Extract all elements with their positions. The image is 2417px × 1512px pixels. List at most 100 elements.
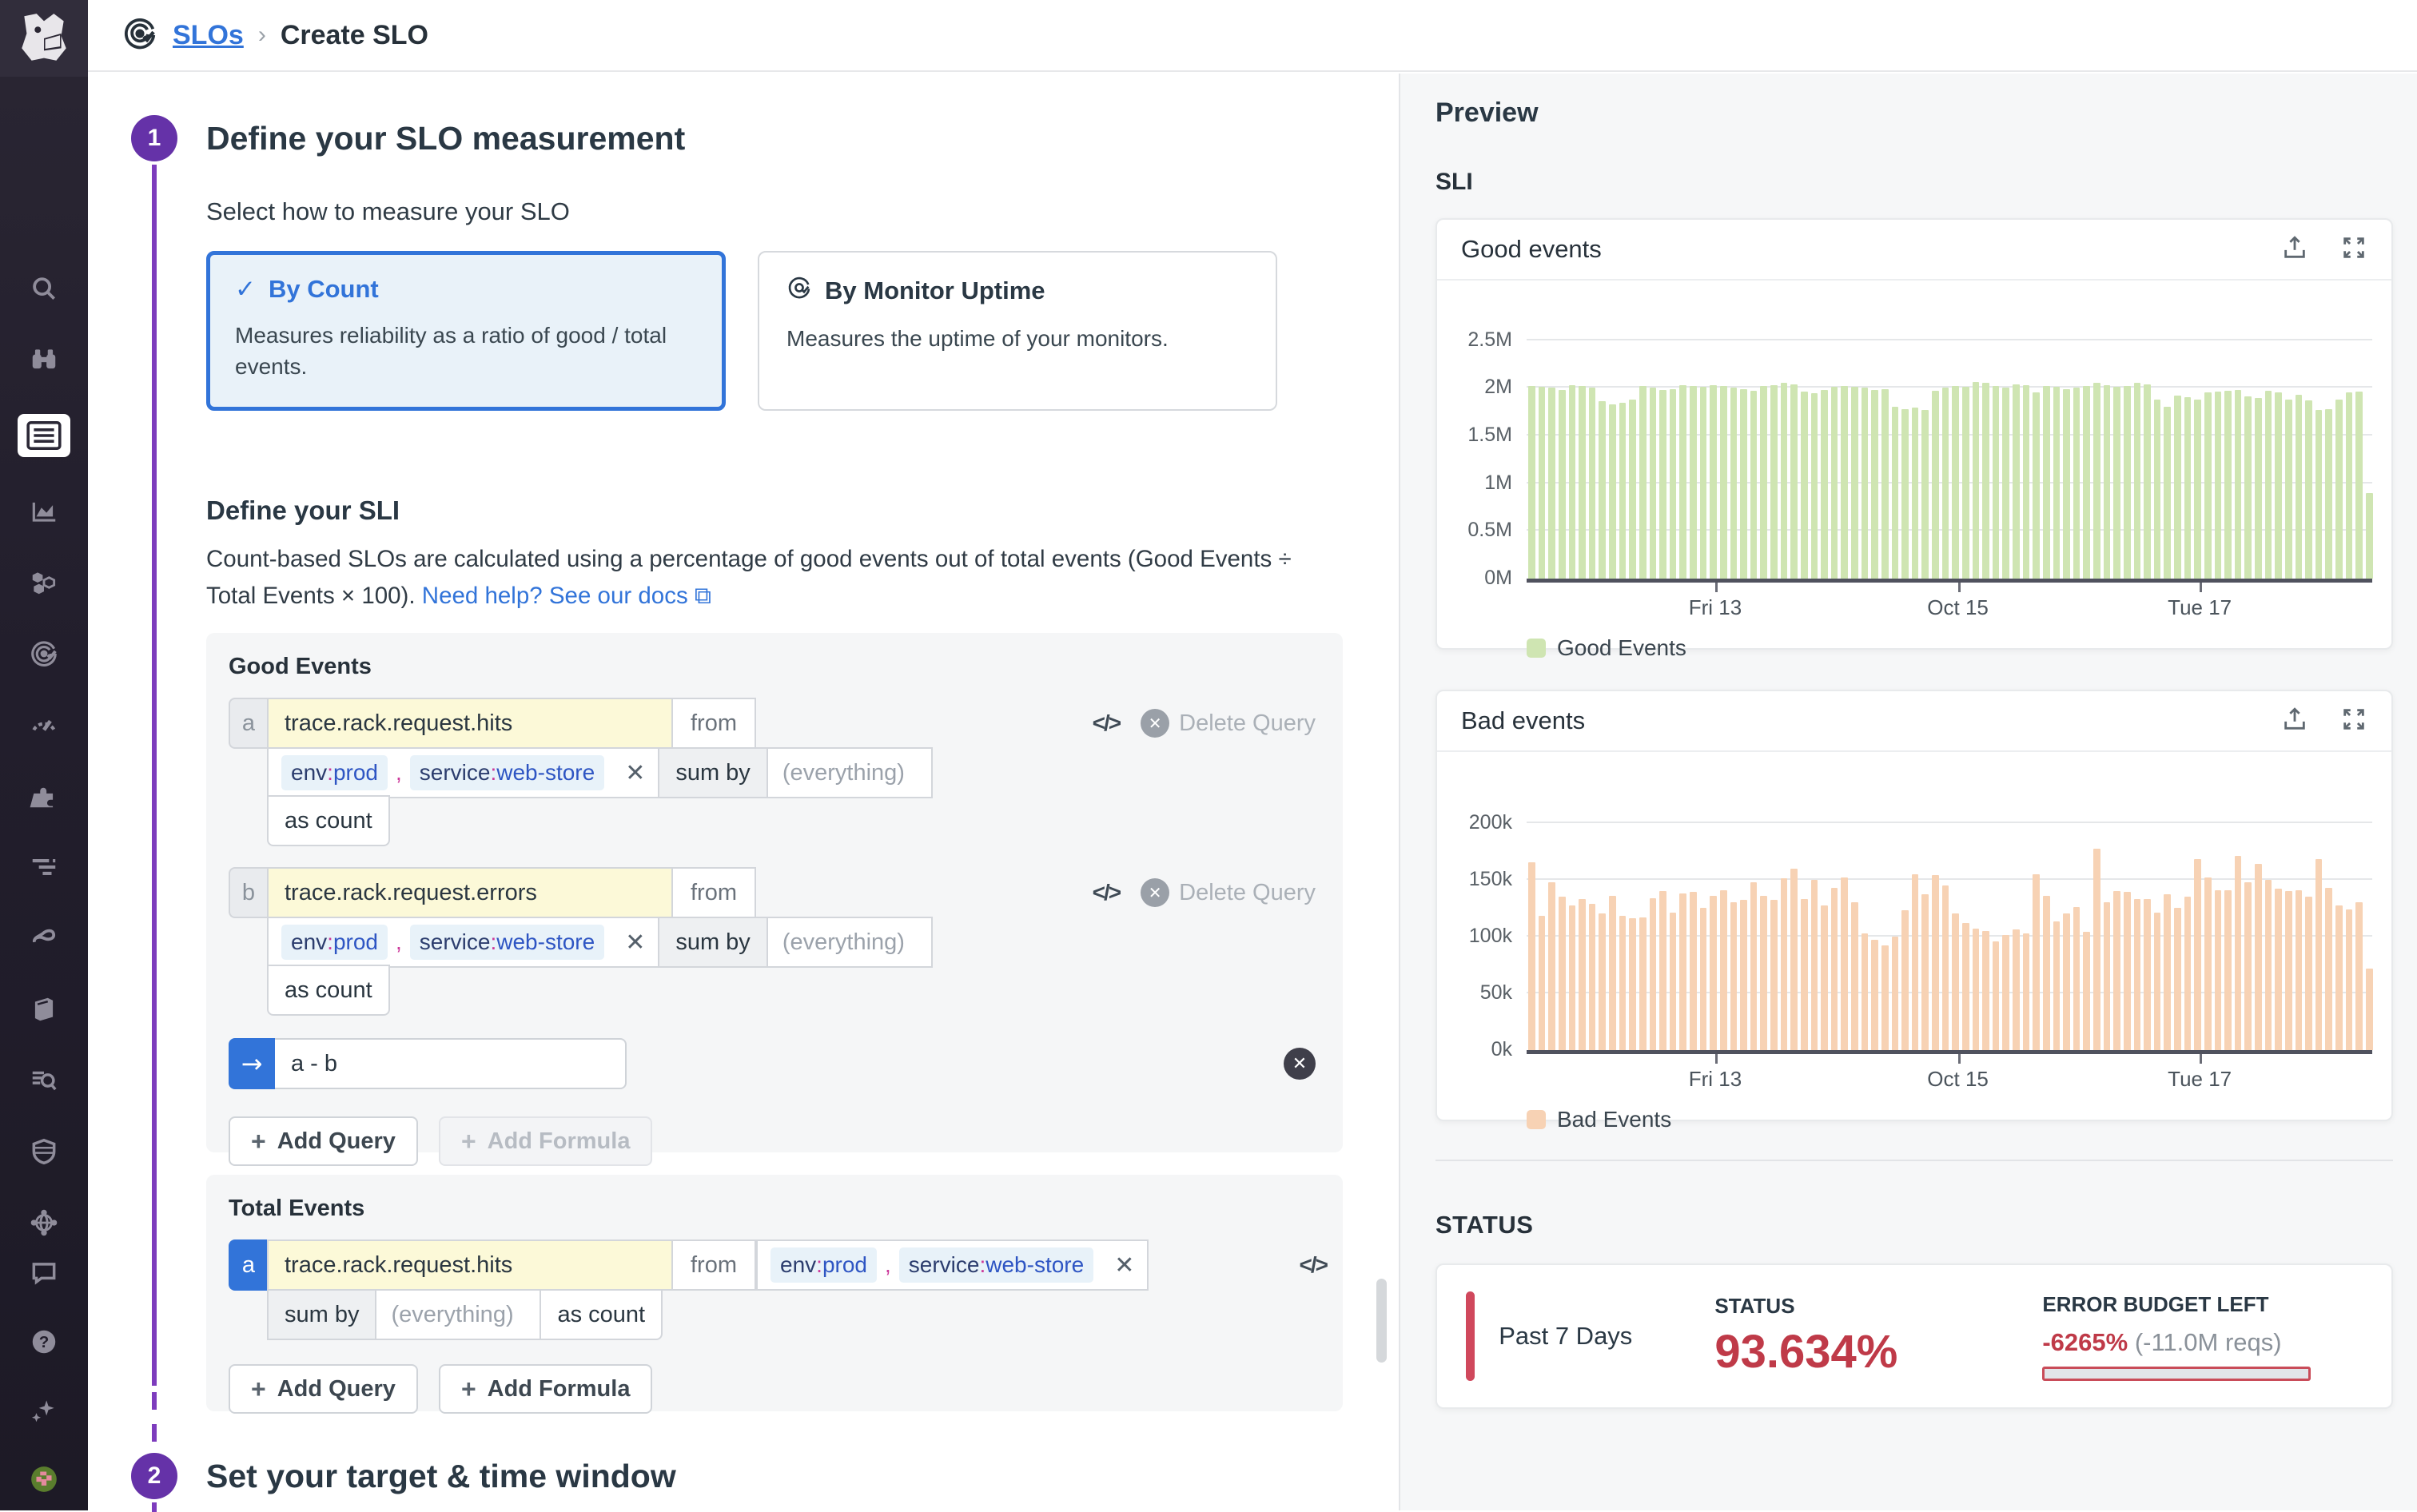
bar bbox=[2184, 397, 2192, 579]
watchdog-binoculars-icon[interactable] bbox=[27, 343, 61, 376]
bar bbox=[2275, 889, 2282, 1050]
bar bbox=[2285, 891, 2292, 1050]
error-budget-value: -6265% bbox=[2042, 1328, 2128, 1356]
formula-arrow-button[interactable]: → bbox=[229, 1038, 275, 1089]
step-2-title: Set your target & time window bbox=[206, 1458, 676, 1495]
bar bbox=[1921, 410, 1929, 579]
sparkles-icon[interactable] bbox=[27, 1394, 61, 1427]
filter-chip-env: env:prod bbox=[770, 1247, 877, 1283]
metrics-gauge-icon[interactable] bbox=[27, 708, 61, 742]
remove-formula-icon[interactable]: ✕ bbox=[1284, 1048, 1316, 1080]
bar bbox=[2335, 400, 2343, 579]
apm-link-icon[interactable] bbox=[27, 921, 61, 955]
log-search-icon[interactable] bbox=[27, 1064, 61, 1097]
group-by-input[interactable]: (everything) bbox=[768, 747, 933, 798]
logs-pipeline-icon[interactable] bbox=[27, 850, 61, 884]
formula-input[interactable] bbox=[275, 1038, 627, 1089]
network-globe-icon[interactable] bbox=[27, 1206, 61, 1239]
bar bbox=[2134, 899, 2141, 1050]
filter-group[interactable]: env:prod , service:web-store ✕ bbox=[267, 917, 659, 968]
infrastructure-hexagons-icon[interactable] bbox=[27, 566, 61, 599]
add-query-button[interactable]: +Add Query bbox=[229, 1116, 418, 1166]
security-shield-icon[interactable] bbox=[27, 1135, 61, 1168]
bar bbox=[1629, 400, 1636, 579]
preview-title: Preview bbox=[1435, 97, 2393, 129]
delete-query-button[interactable]: ✕ Delete Query bbox=[1141, 878, 1316, 907]
bar bbox=[2224, 391, 2232, 579]
clear-filters-icon[interactable]: ✕ bbox=[625, 759, 645, 787]
scrollbar-thumb[interactable] bbox=[1376, 1279, 1387, 1363]
expand-icon[interactable] bbox=[2340, 706, 2367, 737]
bar bbox=[1730, 388, 1738, 579]
x-axis-tick-label: Tue 17 bbox=[2168, 1067, 2232, 1092]
bar bbox=[2134, 383, 2141, 579]
bar bbox=[1750, 391, 1758, 579]
events-list-icon[interactable] bbox=[18, 414, 70, 457]
add-formula-button[interactable]: +Add Formula bbox=[439, 1116, 653, 1166]
as-count-chip[interactable]: as count bbox=[267, 795, 390, 846]
filter-group[interactable]: env:prod , service:web-store ✕ bbox=[267, 747, 659, 798]
bar bbox=[2164, 407, 2171, 579]
code-view-icon[interactable]: </> bbox=[1300, 1252, 1327, 1278]
x-axis-tick bbox=[1958, 1054, 1961, 1064]
notebooks-book-icon[interactable] bbox=[27, 993, 61, 1026]
bar bbox=[1559, 897, 1566, 1050]
bar bbox=[2073, 388, 2081, 579]
help-icon[interactable]: ? bbox=[27, 1325, 61, 1359]
docs-link[interactable]: Need help? See our docs ⧉ bbox=[422, 583, 711, 609]
bar bbox=[1569, 905, 1576, 1050]
y-axis-tick-label: 0k bbox=[1443, 1038, 1512, 1061]
preview-panel: Preview SLI Good events 2.5M2M1.5M1M0.5M… bbox=[1399, 74, 2417, 1510]
good-events-plot[interactable]: 2.5M2M1.5M1M0.5M0MFri 13Oct 15Tue 17 bbox=[1527, 317, 2372, 583]
bar bbox=[1932, 875, 1939, 1050]
bar bbox=[1821, 390, 1828, 579]
query-letter-a-selected[interactable]: a bbox=[229, 1239, 267, 1291]
bar bbox=[1811, 393, 1818, 579]
bad-events-plot[interactable]: 200k150k100k50k0kFri 13Oct 15Tue 17 bbox=[1527, 789, 2372, 1054]
group-by-input[interactable]: (everything) bbox=[376, 1289, 541, 1340]
dashboards-chart-icon[interactable] bbox=[27, 495, 61, 528]
bar bbox=[2194, 400, 2201, 579]
add-formula-button[interactable]: +Add Formula bbox=[439, 1364, 653, 1414]
slo-target-icon[interactable] bbox=[27, 637, 61, 670]
x-axis-tick-label: Fri 13 bbox=[1689, 1067, 1742, 1092]
query-letter-b[interactable]: b bbox=[229, 867, 267, 918]
x-axis-tick bbox=[2200, 1054, 2202, 1064]
as-count-chip[interactable]: as count bbox=[267, 965, 390, 1016]
bar bbox=[1750, 882, 1758, 1050]
bar bbox=[1952, 913, 1959, 1050]
as-count-chip[interactable]: as count bbox=[541, 1289, 663, 1340]
integrations-puzzle-icon[interactable] bbox=[27, 779, 61, 813]
bar bbox=[1569, 385, 1576, 579]
bar bbox=[1841, 877, 1848, 1050]
filter-group[interactable]: env:prod , service:web-store ✕ bbox=[756, 1239, 1149, 1291]
breadcrumb-slos-link[interactable]: SLOs bbox=[173, 20, 244, 51]
bar bbox=[2002, 388, 2009, 579]
bar bbox=[2093, 383, 2100, 579]
export-icon[interactable] bbox=[2281, 706, 2308, 737]
code-view-icon[interactable]: </> bbox=[1093, 880, 1120, 905]
code-view-icon[interactable]: </> bbox=[1093, 710, 1120, 736]
bar bbox=[2296, 395, 2303, 579]
add-query-button[interactable]: +Add Query bbox=[229, 1364, 418, 1414]
export-icon[interactable] bbox=[2281, 234, 2308, 265]
search-icon[interactable] bbox=[27, 272, 61, 305]
total-events-label: Total Events bbox=[229, 1196, 1320, 1222]
by-count-card[interactable]: ✓ By Count Measures reliability as a rat… bbox=[206, 251, 726, 411]
clear-filters-icon[interactable]: ✕ bbox=[1114, 1251, 1134, 1279]
chat-icon[interactable] bbox=[27, 1256, 61, 1290]
metric-input[interactable]: trace.rack.request.errors bbox=[267, 867, 673, 918]
metric-input[interactable]: trace.rack.request.hits bbox=[267, 698, 673, 749]
query-letter-a[interactable]: a bbox=[229, 698, 267, 749]
datadog-logo[interactable] bbox=[0, 0, 88, 77]
by-monitor-uptime-card[interactable]: By Monitor Uptime Measures the uptime of… bbox=[758, 251, 1277, 411]
group-by-input[interactable]: (everything) bbox=[768, 917, 933, 968]
user-avatar[interactable] bbox=[27, 1462, 61, 1496]
bar bbox=[2053, 387, 2061, 579]
metric-input[interactable]: trace.rack.request.hits bbox=[267, 1239, 673, 1291]
clear-filters-icon[interactable]: ✕ bbox=[625, 929, 645, 957]
bar bbox=[1609, 896, 1616, 1050]
x-axis-tick bbox=[1958, 583, 1961, 592]
delete-query-button[interactable]: ✕ Delete Query bbox=[1141, 709, 1316, 738]
expand-icon[interactable] bbox=[2340, 234, 2367, 265]
